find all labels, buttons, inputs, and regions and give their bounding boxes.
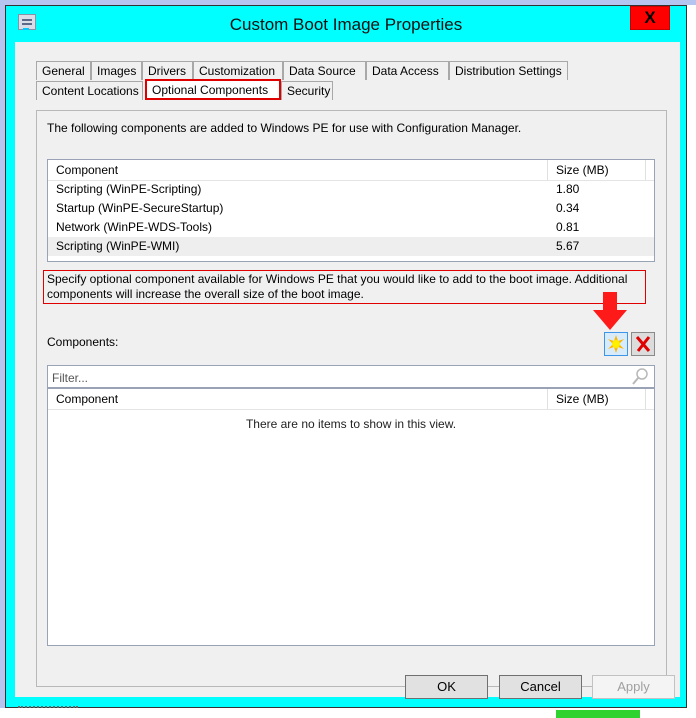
dialog-client-area: General Images Drivers Customization Dat…: [15, 42, 680, 699]
component-name: Scripting (WinPE-Scripting): [56, 182, 202, 196]
add-component-button[interactable]: [604, 332, 628, 356]
tab-security[interactable]: Security: [281, 81, 333, 100]
components-label: Components:: [47, 335, 119, 349]
desktop-background: [0, 706, 696, 718]
search-icon[interactable]: [632, 368, 648, 386]
tab-general[interactable]: General: [36, 61, 91, 80]
component-name: Scripting (WinPE-WMI): [56, 239, 180, 253]
tab-drivers[interactable]: Drivers: [142, 61, 193, 80]
column-header-size[interactable]: Size (MB): [548, 389, 646, 409]
cancel-button[interactable]: Cancel: [499, 675, 582, 699]
tab-data-access[interactable]: Data Access: [366, 61, 449, 80]
hint-text-highlighted: Specify optional component available for…: [43, 270, 646, 304]
tab-images[interactable]: Images: [91, 61, 142, 80]
tab-distribution-settings[interactable]: Distribution Settings: [449, 61, 568, 80]
installed-components-list[interactable]: Component Size (MB) Scripting (WinPE-Scr…: [47, 159, 655, 262]
tab-optional-components[interactable]: Optional Components: [145, 79, 281, 100]
list-row-selected[interactable]: Scripting (WinPE-WMI) 5.67: [48, 237, 654, 256]
close-button[interactable]: X: [630, 6, 670, 30]
window-title: Custom Boot Image Properties: [229, 15, 463, 34]
list-header: Component Size (MB): [48, 160, 654, 181]
filter-input[interactable]: [50, 368, 624, 387]
optional-components-page: The following components are added to Wi…: [36, 110, 667, 687]
red-arrow-annotation-icon: [593, 292, 627, 330]
component-size: 0.81: [556, 220, 580, 234]
tab-content-locations[interactable]: Content Locations: [36, 81, 143, 100]
list-row[interactable]: Startup (WinPE-SecureStartup) 0.34: [48, 199, 654, 218]
column-header-size[interactable]: Size (MB): [548, 160, 646, 180]
tab-data-source[interactable]: Data Source: [283, 61, 366, 80]
component-size: 0.34: [556, 201, 580, 215]
empty-list-message: There are no items to show in this view.: [245, 417, 457, 431]
apply-button[interactable]: Apply: [592, 675, 675, 699]
tab-customization[interactable]: Customization: [193, 61, 283, 80]
title-bar[interactable]: Custom Boot Image Properties X: [6, 6, 686, 42]
tab-row-1: General Images Drivers Customization Dat…: [36, 61, 636, 81]
column-header-component[interactable]: Component: [48, 389, 548, 409]
red-x-delete-icon: [635, 336, 651, 352]
ok-button[interactable]: OK: [405, 675, 488, 699]
list-header: Component Size (MB): [48, 389, 654, 410]
component-size: 5.67: [556, 239, 580, 253]
column-header-component[interactable]: Component: [48, 160, 548, 180]
starburst-add-icon: [608, 335, 624, 353]
component-size: 1.80: [556, 182, 580, 196]
tab-row-2: Content Locations Optional Components Se…: [36, 79, 636, 101]
desktop-green-element: [556, 710, 640, 718]
delete-component-button[interactable]: [631, 332, 655, 356]
component-name: Startup (WinPE-SecureStartup): [56, 201, 224, 215]
properties-window: Custom Boot Image Properties X General I…: [5, 5, 687, 708]
list-row[interactable]: Scripting (WinPE-Scripting) 1.80: [48, 180, 654, 199]
desktop-partial-text: [18, 706, 78, 716]
filter-box: [47, 365, 655, 388]
component-name: Network (WinPE-WDS-Tools): [56, 220, 213, 234]
list-row[interactable]: Network (WinPE-WDS-Tools) 0.81: [48, 218, 654, 237]
intro-text: The following components are added to Wi…: [47, 121, 522, 135]
available-components-list[interactable]: Component Size (MB) There are no items t…: [47, 388, 655, 646]
